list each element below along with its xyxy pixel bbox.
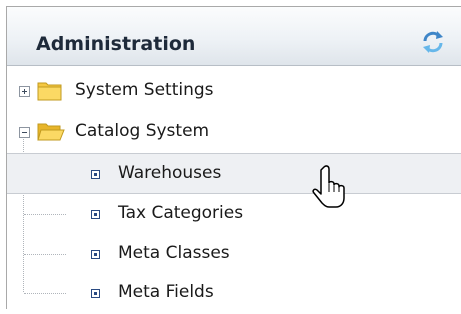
expand-toggle-icon[interactable] bbox=[19, 86, 30, 97]
leaf-node-icon bbox=[91, 210, 100, 219]
tree-node-label: Meta Classes bbox=[118, 243, 230, 263]
tree-node-label: System Settings bbox=[75, 80, 214, 100]
folder-open-icon bbox=[37, 123, 65, 141]
tree-node-label: Meta Fields bbox=[118, 282, 214, 302]
leaf-node-icon bbox=[91, 250, 100, 259]
panel-title: Administration bbox=[36, 33, 196, 55]
administration-panel: Administration System Settings Catalog S… bbox=[6, 6, 461, 309]
tree-node-tax-categories[interactable]: Tax Categories bbox=[7, 194, 461, 235]
tree-node-warehouses[interactable]: Warehouses bbox=[7, 153, 461, 194]
tree-node-system-settings[interactable]: System Settings bbox=[7, 70, 461, 111]
tree-node-label: Catalog System bbox=[75, 121, 210, 141]
admin-tree: System Settings Catalog System Warehouse… bbox=[7, 67, 461, 310]
refresh-icon[interactable] bbox=[420, 29, 446, 55]
tree-node-meta-classes[interactable]: Meta Classes bbox=[7, 234, 461, 275]
tree-node-label: Warehouses bbox=[118, 163, 222, 183]
folder-closed-icon bbox=[37, 82, 62, 101]
tree-node-catalog-system[interactable]: Catalog System bbox=[7, 111, 461, 152]
hand-pointer-icon bbox=[312, 165, 345, 208]
panel-header: Administration bbox=[7, 7, 461, 66]
leaf-node-icon bbox=[91, 289, 100, 298]
tree-node-label: Tax Categories bbox=[118, 203, 244, 223]
leaf-node-icon bbox=[91, 170, 100, 179]
tree-node-meta-fields[interactable]: Meta Fields bbox=[7, 273, 461, 314]
collapse-toggle-icon[interactable] bbox=[19, 127, 30, 138]
